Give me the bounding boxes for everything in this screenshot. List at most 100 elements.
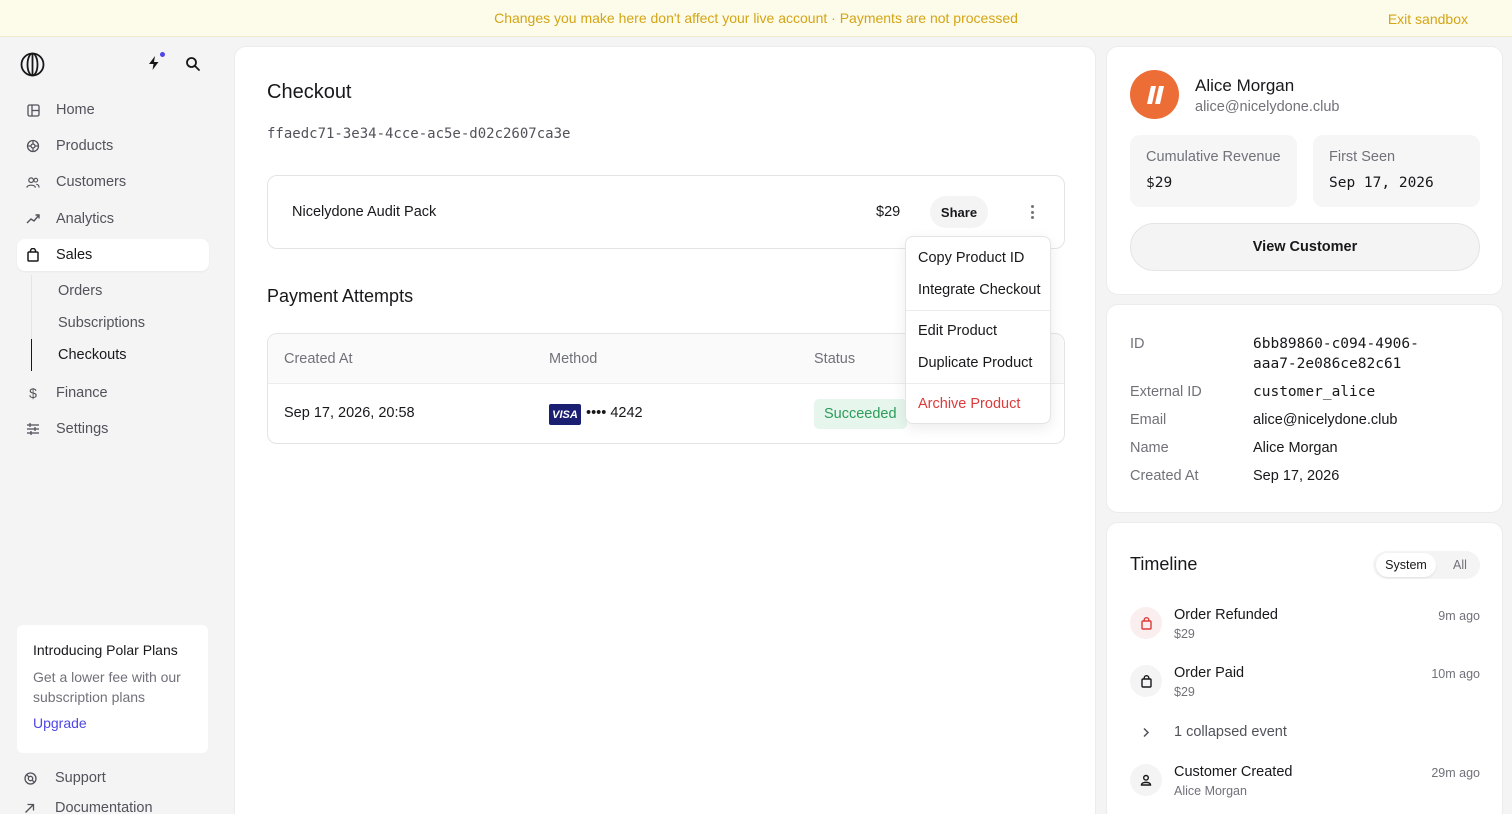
sidebar-item-documentation[interactable]: Documentation	[24, 793, 153, 814]
timeline-event[interactable]: Customer Created Alice Morgan 29m ago	[1130, 764, 1480, 804]
column-header-status: Status	[814, 351, 856, 367]
product-name: Nicelydone Audit Pack	[292, 204, 437, 220]
detail-value-external-id: customer_alice	[1253, 384, 1376, 400]
sidebar-item-analytics[interactable]: Analytics	[17, 203, 209, 235]
event-title: Order Paid	[1174, 665, 1245, 681]
column-header-created-at: Created At	[284, 351, 353, 367]
chevron-right-icon	[1130, 727, 1162, 738]
visa-card-icon: VISA	[549, 404, 581, 425]
detail-label-email: Email	[1130, 412, 1167, 428]
timeline-card: Timeline System All Order Refunded $29 9…	[1106, 522, 1503, 814]
detail-value-name: Alice Morgan	[1253, 440, 1338, 456]
menu-item-edit-product[interactable]: Edit Product	[906, 315, 1050, 347]
banner-message: Changes you make here don't affect your …	[494, 10, 1018, 26]
event-subtitle: $29	[1174, 627, 1195, 641]
stat-value: $29	[1146, 175, 1173, 191]
sidebar-item-label: Sales	[56, 246, 93, 263]
menu-item-integrate-checkout[interactable]: Integrate Checkout	[906, 274, 1050, 306]
timeline-title: Timeline	[1130, 554, 1198, 574]
menu-item-archive-product[interactable]: Archive Product	[906, 388, 1050, 420]
menu-divider	[906, 383, 1050, 384]
avatar	[1130, 70, 1179, 119]
sidebar-item-finance[interactable]: $ Finance	[17, 377, 209, 409]
share-button[interactable]: Share	[930, 196, 988, 228]
payment-created-at: Sep 17, 2026, 20:58	[284, 405, 415, 421]
support-icon	[24, 771, 38, 785]
filter-system[interactable]: System	[1376, 553, 1436, 577]
external-arrow-icon	[24, 803, 38, 814]
sales-icon	[26, 247, 40, 262]
event-title: Customer Created	[1174, 764, 1293, 780]
sidebar-item-label: Customers	[56, 174, 127, 191]
sidebar-subitem-orders[interactable]: Orders	[32, 275, 209, 307]
bolt-icon[interactable]	[145, 52, 165, 72]
detail-label-external-id: External ID	[1130, 384, 1202, 400]
main-nav: Home Products Customers Analytics Sales …	[17, 94, 209, 449]
timeline-filter-toggle: System All	[1373, 551, 1480, 579]
collapsed-events-label: 1 collapsed event	[1174, 724, 1287, 740]
polar-logo-icon[interactable]	[20, 52, 45, 77]
bag-icon	[1130, 607, 1162, 639]
event-title: Order Refunded	[1174, 607, 1278, 623]
sandbox-banner: Changes you make here don't affect your …	[0, 0, 1512, 37]
sliders-icon	[26, 422, 40, 436]
sidebar-item-settings[interactable]: Settings	[17, 413, 209, 445]
menu-item-copy-product-id[interactable]: Copy Product ID	[906, 242, 1050, 274]
customer-details-card: ID 6bb89860-c094-4906- aaa7-2e086ce82c61…	[1106, 304, 1503, 513]
page-title: Checkout	[267, 81, 352, 103]
bag-icon	[1130, 665, 1162, 697]
menu-item-duplicate-product[interactable]: Duplicate Product	[906, 347, 1050, 379]
checkout-id: ffaedc71-3e34-4cce-ac5e-d02c2607ca3e	[267, 126, 571, 142]
sidebar-item-sales[interactable]: Sales	[17, 238, 209, 271]
payment-attempts-title: Payment Attempts	[267, 286, 414, 306]
sidebar-item-label: Settings	[56, 421, 109, 438]
sidebar-item-customers[interactable]: Customers	[17, 166, 209, 198]
stat-value: Sep 17, 2026	[1329, 175, 1434, 191]
sidebar-subitem-checkouts[interactable]: Checkouts	[31, 338, 209, 371]
sidebar-item-home[interactable]: Home	[17, 94, 209, 126]
customer-email: alice@nicelydone.club	[1195, 99, 1340, 115]
exit-sandbox-link[interactable]: Exit sandbox	[1388, 11, 1468, 27]
event-subtitle: Alice Morgan	[1174, 784, 1247, 798]
dollar-icon: $	[29, 384, 37, 401]
event-time: 10m ago	[1431, 667, 1480, 681]
stat-label: First Seen	[1329, 149, 1396, 165]
products-icon	[26, 139, 40, 153]
upgrade-link[interactable]: Upgrade	[33, 715, 192, 731]
more-options-icon[interactable]	[1024, 203, 1040, 221]
analytics-icon	[26, 212, 40, 226]
customer-name: Alice Morgan	[1195, 76, 1295, 95]
detail-label-name: Name	[1130, 440, 1169, 456]
sidebar-item-label: Products	[56, 138, 114, 155]
promo-title: Introducing Polar Plans	[33, 642, 178, 658]
user-icon	[1130, 764, 1162, 796]
event-subtitle: $29	[1174, 685, 1195, 699]
collapsed-events-toggle[interactable]: 1 collapsed event	[1130, 722, 1287, 742]
bottom-nav: Support Documentation	[24, 763, 153, 814]
column-header-method: Method	[549, 351, 598, 367]
sidebar-item-products[interactable]: Products	[17, 130, 209, 162]
timeline-event[interactable]: Order Paid $29 10m ago	[1130, 665, 1480, 705]
home-icon	[26, 103, 40, 117]
event-time: 29m ago	[1431, 766, 1480, 780]
stat-cumulative-revenue: Cumulative Revenue $29	[1130, 135, 1297, 207]
view-customer-button[interactable]: View Customer	[1130, 223, 1480, 271]
sales-subnav: Orders Subscriptions Checkouts	[31, 274, 209, 371]
sidebar-item-label: Support	[55, 770, 106, 786]
detail-value-created-at: Sep 17, 2026	[1253, 468, 1340, 484]
detail-value-id: 6bb89860-c094-4906-	[1253, 336, 1419, 352]
search-icon[interactable]	[185, 56, 201, 72]
filter-all[interactable]: All	[1445, 553, 1475, 577]
checkout-panel: Checkout ffaedc71-3e34-4cce-ac5e-d02c260…	[234, 46, 1096, 814]
customer-card: Alice Morgan alice@nicelydone.club Cumul…	[1106, 46, 1503, 295]
sidebar-subitem-subscriptions[interactable]: Subscriptions	[32, 307, 209, 339]
sidebar: Home Products Customers Analytics Sales …	[0, 37, 226, 814]
notification-dot	[160, 52, 165, 57]
sidebar-item-support[interactable]: Support	[24, 763, 153, 793]
card-number: •••• 4242	[586, 405, 643, 421]
sidebar-item-label: Finance	[56, 384, 108, 401]
status-badge: Succeeded	[814, 399, 907, 429]
detail-value-email: alice@nicelydone.club	[1253, 412, 1398, 428]
timeline-event[interactable]: Order Refunded $29 9m ago	[1130, 607, 1480, 647]
sidebar-item-label: Analytics	[56, 210, 115, 227]
